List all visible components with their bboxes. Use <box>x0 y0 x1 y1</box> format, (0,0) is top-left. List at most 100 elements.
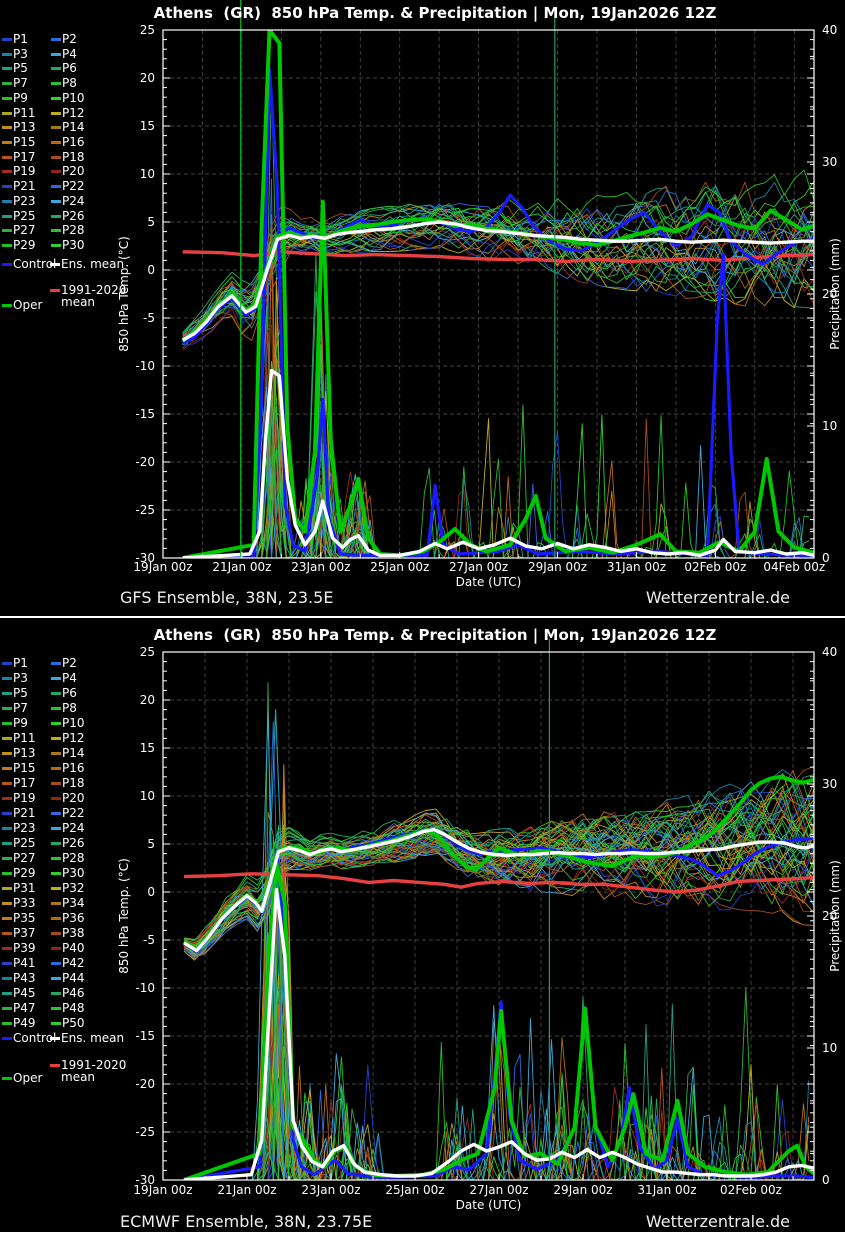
legend-line-swatch <box>51 797 61 800</box>
legend-item-label: P50 <box>62 1016 85 1030</box>
panel-separator <box>0 616 845 618</box>
legend-line-swatch <box>2 932 12 935</box>
legend-line-swatch <box>2 244 12 247</box>
legend-item-label: P19 <box>13 164 36 178</box>
legend-item-label: P22 <box>62 806 85 820</box>
legend-line-swatch <box>50 263 60 266</box>
legend-line-swatch <box>2 38 12 41</box>
legend-line-swatch <box>51 185 61 188</box>
precip-tick-label: 10 <box>822 1041 837 1055</box>
legend-item-label: P47 <box>13 1001 36 1015</box>
x-tick-label: 04Feb 00z <box>763 560 825 574</box>
legend-item-label: P20 <box>62 164 85 178</box>
legend-line-swatch <box>2 1022 12 1025</box>
legend-item-label: P5 <box>13 61 28 75</box>
legend-item-label: P17 <box>13 150 36 164</box>
legend-item-label: P32 <box>62 881 85 895</box>
legend-item-label: P10 <box>62 91 85 105</box>
legend-item-label: P28 <box>62 851 85 865</box>
legend-item-label: P42 <box>62 956 85 970</box>
legend-line-swatch <box>51 932 61 935</box>
precip-tick-label: 10 <box>822 419 837 433</box>
x-tick-label: 02Feb 00z <box>720 1183 782 1197</box>
legend-line-swatch <box>2 782 12 785</box>
legend-item-label: P14 <box>62 120 85 134</box>
legend-item-label: P9 <box>13 91 28 105</box>
x-tick-label: 27Jan 00z <box>469 1183 528 1197</box>
legend-item-label: P7 <box>13 76 28 90</box>
legend-item-label: P25 <box>13 209 36 223</box>
legend-item-label: P33 <box>13 896 36 910</box>
legend-item-label: Ens. mean <box>61 257 124 271</box>
legend-line-swatch <box>2 887 12 890</box>
legend-item-label: P15 <box>13 761 36 775</box>
legend-item-label: P9 <box>13 716 28 730</box>
legend-line-swatch <box>2 304 12 307</box>
legend-item-label: P3 <box>13 671 28 685</box>
legend-line-swatch <box>51 857 61 860</box>
legend-item-label: P31 <box>13 881 36 895</box>
legend-item-label: P36 <box>62 911 85 925</box>
legend-item-label: P17 <box>13 776 36 790</box>
legend-item-label: Ens. mean <box>61 1031 124 1045</box>
legend-line-swatch <box>2 229 12 232</box>
legend-item-label: P20 <box>62 791 85 805</box>
legend-line-swatch <box>51 752 61 755</box>
legend-item-label: P16 <box>62 135 85 149</box>
legend-line-swatch <box>2 82 12 85</box>
legend-line-swatch <box>2 737 12 740</box>
legend-line-swatch <box>51 1022 61 1025</box>
legend-line-swatch <box>51 97 61 100</box>
legend-line-swatch <box>51 156 61 159</box>
site-watermark: Wetterzentrale.de <box>646 1212 790 1231</box>
legend-item-label: Oper <box>13 298 42 312</box>
x-tick-label: 31Jan 00z <box>637 1183 696 1197</box>
right-y-axis-label: Precipitation (mm) <box>828 238 842 350</box>
precip-tick-label: 40 <box>822 645 837 659</box>
legend-line-swatch <box>51 707 61 710</box>
legend-item-label: P6 <box>62 61 77 75</box>
x-tick-label: 23Jan 00z <box>291 560 350 574</box>
legend-item-label: P2 <box>62 32 77 46</box>
legend-item-label: P35 <box>13 911 36 925</box>
legend-line-swatch <box>2 692 12 695</box>
legend-item-label: Oper <box>13 1071 42 1085</box>
legend-item-label: P29 <box>13 238 36 252</box>
legend-line-swatch <box>51 215 61 218</box>
legend-line-swatch <box>51 812 61 815</box>
legend-line-swatch <box>2 767 12 770</box>
legend-line-swatch <box>51 67 61 70</box>
x-tick-label: 29Jan 00z <box>553 1183 612 1197</box>
legend-item-label: P46 <box>62 986 85 1000</box>
legend-item-label: P40 <box>62 941 85 955</box>
legend-item-label: P3 <box>13 47 28 61</box>
legend-line-swatch <box>2 200 12 203</box>
legend-line-swatch <box>2 707 12 710</box>
legend-line-swatch <box>51 38 61 41</box>
x-tick-label: 21Jan 00z <box>217 1183 276 1197</box>
legend-line-swatch <box>51 782 61 785</box>
legend-line-swatch <box>2 263 12 266</box>
legend-item-label: P10 <box>62 716 85 730</box>
legend-item-label: P6 <box>62 686 77 700</box>
legend-item-label: P38 <box>62 926 85 940</box>
precip-tick-label: 30 <box>822 155 837 169</box>
legend-item-label: P37 <box>13 926 36 940</box>
legend-line-swatch <box>2 156 12 159</box>
legend-item-label: P27 <box>13 851 36 865</box>
legend-item-label: P8 <box>62 76 77 90</box>
right-y-axis-label: Precipitation (mm) <box>828 860 842 972</box>
legend-line-swatch <box>2 141 12 144</box>
legend-item-label: P11 <box>13 731 36 745</box>
legend-line-swatch <box>2 842 12 845</box>
legend-line-swatch <box>2 992 12 995</box>
legend-item-label: P41 <box>13 956 36 970</box>
legend-line-swatch <box>2 752 12 755</box>
page: Athens (GR) 850 hPa Temp. & Precipitatio… <box>0 0 845 1237</box>
legend-item-label: P13 <box>13 120 36 134</box>
legend-item-label: P44 <box>62 971 85 985</box>
legend-line-swatch <box>2 1007 12 1010</box>
legend-line-swatch <box>2 53 12 56</box>
legend-item-label: P34 <box>62 896 85 910</box>
legend-line-swatch <box>2 215 12 218</box>
